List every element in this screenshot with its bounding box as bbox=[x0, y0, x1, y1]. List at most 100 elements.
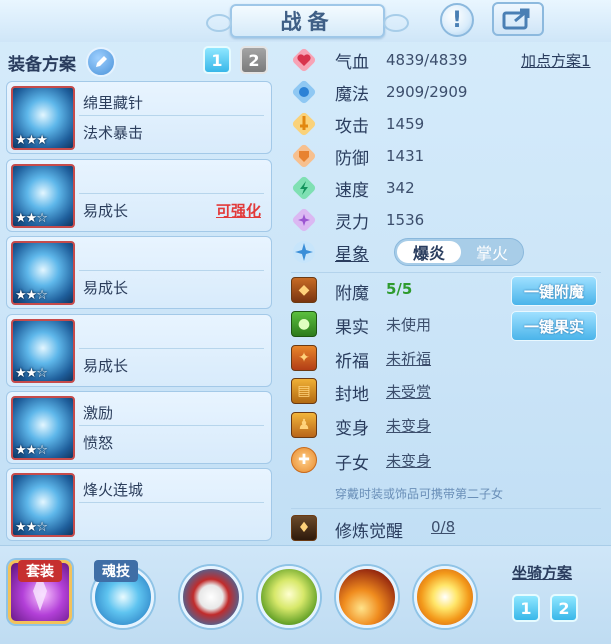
star-rating: ★★☆ bbox=[15, 288, 48, 303]
equipment-effect-1 bbox=[79, 247, 264, 271]
stat-label: 气血 bbox=[335, 52, 369, 73]
extra-label: 封地 bbox=[335, 385, 369, 405]
equipment-effect-2 bbox=[79, 509, 264, 533]
mount-tab-2[interactable]: 2 bbox=[550, 594, 578, 622]
extra-value[interactable]: 未受赏 bbox=[386, 381, 431, 402]
share-icon bbox=[502, 8, 530, 30]
enchant-icon: ◆ bbox=[291, 277, 317, 303]
enhance-link[interactable]: 可强化 bbox=[216, 200, 261, 221]
equipment-effect-2: 法术暴击 bbox=[83, 124, 144, 142]
awaken-value[interactable]: 0/8 bbox=[431, 518, 455, 536]
scheme-tab-2[interactable]: 2 bbox=[240, 46, 268, 74]
transform-row: ♟ 变身 未变身 bbox=[291, 411, 601, 441]
equipment-effect-2: 易成长 bbox=[83, 357, 129, 375]
stat-label: 速度 bbox=[335, 180, 369, 201]
star-sign-row: 星象 爆炎 掌火 bbox=[291, 238, 601, 268]
stat-value: 342 bbox=[386, 179, 415, 197]
children-row: ✚ 子女 未变身 bbox=[291, 446, 601, 476]
star-rating: ★★☆ bbox=[15, 366, 48, 381]
children-note: 穿戴时装或饰品可携带第二子女 bbox=[335, 487, 504, 501]
stat-row-mp: 魔法 2909/2909 bbox=[291, 77, 601, 107]
transform-icon: ♟ bbox=[291, 412, 317, 438]
info-button[interactable]: ! bbox=[440, 3, 474, 37]
skill-slot-3[interactable] bbox=[336, 566, 398, 628]
share-button[interactable] bbox=[492, 2, 544, 36]
scheme-tab-1[interactable]: 1 bbox=[203, 46, 231, 74]
equipment-slot-2[interactable]: ★★☆ 易成长 可强化 bbox=[6, 159, 272, 232]
stat-label: 灵力 bbox=[335, 212, 369, 233]
extra-value: 5/5 bbox=[386, 280, 413, 298]
fruit-icon: ● bbox=[291, 311, 317, 337]
shield-icon bbox=[291, 143, 317, 169]
bottom-bar: 套装 魂技 坐骑方案 1 2 bbox=[0, 545, 611, 644]
fief-icon: ▤ bbox=[291, 378, 317, 404]
equipment-effect-1: 绵里藏针 bbox=[79, 92, 264, 116]
equipment-scheme-header: 装备方案 bbox=[8, 46, 273, 78]
sparkle-icon bbox=[291, 239, 317, 265]
extra-label: 祈福 bbox=[335, 352, 369, 372]
blessing-row: ✦ 祈福 未祈福 bbox=[291, 344, 601, 374]
star-rating: ★★☆ bbox=[15, 211, 48, 226]
divider bbox=[291, 272, 601, 273]
equipment-slot-6[interactable]: ★★☆ 烽火连城 bbox=[6, 468, 272, 541]
stat-row-spirit: 灵力 1536 bbox=[291, 205, 601, 235]
star-sign-toggle[interactable]: 爆炎 掌火 bbox=[394, 238, 524, 266]
extra-label: 变身 bbox=[335, 419, 369, 439]
necklace-icon: ★★☆ bbox=[11, 319, 75, 383]
awaken-label: 修炼觉醒 bbox=[335, 522, 403, 542]
mount-tab-1[interactable]: 1 bbox=[512, 594, 540, 622]
extra-value[interactable]: 未变身 bbox=[386, 415, 431, 436]
stat-label: 魔法 bbox=[335, 84, 369, 105]
stat-value: 1459 bbox=[386, 115, 425, 133]
equipment-panel: 装备方案 1 2 ★★★ 绵里藏针 法术暴击 ★★☆ 易成长 可强化 ★★☆ 易… bbox=[0, 42, 280, 542]
extra-value: 未使用 bbox=[386, 316, 432, 334]
equipment-effect-1: 烽火连城 bbox=[79, 479, 264, 503]
star-sign-option-active[interactable]: 爆炎 bbox=[397, 241, 461, 263]
skill-slot-1[interactable] bbox=[180, 566, 242, 628]
auto-fruit-button[interactable]: 一键果实 bbox=[511, 311, 597, 341]
heart-icon bbox=[291, 47, 317, 73]
soul-skill-label: 魂技 bbox=[94, 560, 138, 582]
mana-icon bbox=[291, 79, 317, 105]
star-sign-option[interactable]: 掌火 bbox=[463, 241, 521, 263]
star-sign-label[interactable]: 星象 bbox=[335, 240, 369, 265]
awaken-icon: ♦ bbox=[291, 515, 317, 541]
stat-value: 2909/2909 bbox=[386, 83, 468, 101]
equipment-effect-1 bbox=[79, 325, 264, 349]
stat-row-attack: 攻击 1459 bbox=[291, 109, 601, 139]
page-title: 战备 bbox=[206, 4, 409, 38]
stat-value: 1431 bbox=[386, 147, 425, 165]
set-label: 套装 bbox=[18, 560, 62, 582]
skill-slot-2[interactable] bbox=[258, 566, 320, 628]
skill-slot-4[interactable] bbox=[414, 566, 476, 628]
equipment-effect-1 bbox=[79, 170, 264, 194]
children-icon: ✚ bbox=[291, 447, 317, 473]
sword-icon bbox=[291, 111, 317, 137]
stats-panel: 加点方案1 气血 4839/4839 魔法 2909/2909 攻击 1459 … bbox=[283, 42, 611, 542]
pencil-icon bbox=[96, 56, 107, 67]
equipment-slot-1[interactable]: ★★★ 绵里藏针 法术暴击 bbox=[6, 81, 272, 154]
stat-label: 防御 bbox=[335, 148, 369, 169]
equipment-slot-3[interactable]: ★★☆ 易成长 bbox=[6, 236, 272, 309]
extra-value[interactable]: 未变身 bbox=[386, 450, 431, 471]
speed-icon bbox=[291, 175, 317, 201]
mount-scheme-title[interactable]: 坐骑方案 bbox=[512, 562, 572, 583]
edit-scheme-button[interactable] bbox=[86, 47, 116, 77]
extra-value[interactable]: 未祈福 bbox=[386, 348, 431, 369]
auto-enchant-button[interactable]: 一键附魔 bbox=[511, 276, 597, 306]
stat-value: 4839/4839 bbox=[386, 51, 468, 69]
equipment-effect-2: 愤怒 bbox=[83, 434, 114, 452]
equipment-effect-2: 易成长 bbox=[83, 279, 129, 297]
equipment-slot-5[interactable]: ★★☆ 激励 愤怒 bbox=[6, 391, 272, 464]
equipment-slot-4[interactable]: ★★☆ 易成长 bbox=[6, 314, 272, 387]
extra-label: 附魔 bbox=[335, 284, 369, 304]
divider bbox=[291, 508, 601, 509]
stat-row-speed: 速度 342 bbox=[291, 173, 601, 203]
equipment-effect-1: 激励 bbox=[79, 402, 264, 426]
star-rating: ★★☆ bbox=[15, 520, 48, 535]
stat-row-defense: 防御 1431 bbox=[291, 141, 601, 171]
blessing-icon: ✦ bbox=[291, 345, 317, 371]
stat-row-hp: 气血 4839/4839 bbox=[291, 45, 601, 75]
equipment-scheme-title: 装备方案 bbox=[8, 54, 76, 75]
awaken-row: ♦ 修炼觉醒 0/8 bbox=[291, 514, 601, 544]
